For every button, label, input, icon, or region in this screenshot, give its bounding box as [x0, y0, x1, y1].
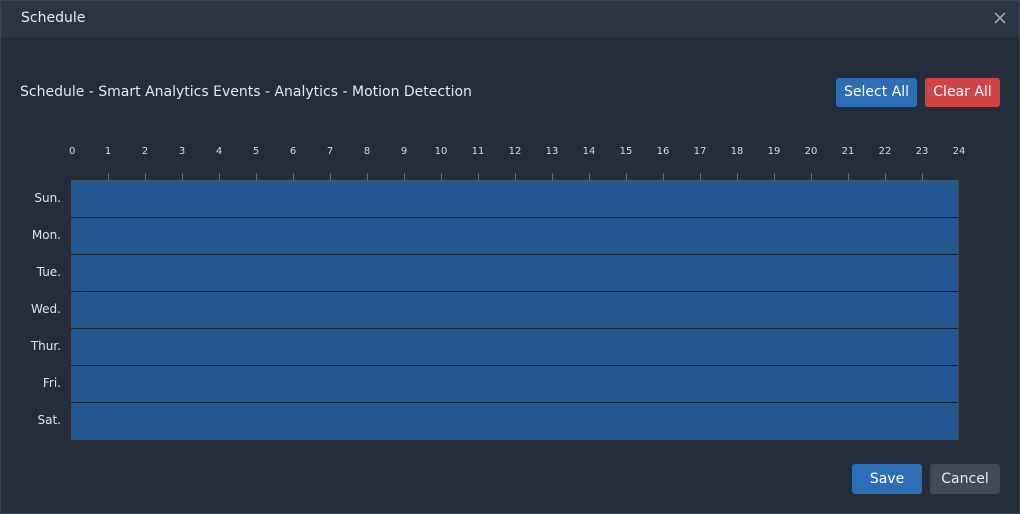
hour-label: 9	[400, 146, 408, 157]
dialog-titlebar: Schedule	[1, 1, 1019, 37]
day-label: Fri.	[42, 376, 61, 390]
schedule-dialog: Schedule Schedule - Smart Analytics Even…	[0, 0, 1020, 514]
hour-label: 22	[878, 146, 892, 157]
hour-tick	[589, 173, 590, 181]
hour-tick	[663, 173, 664, 181]
schedule-selection	[71, 255, 959, 292]
hour-label: 24	[952, 146, 966, 157]
row-divider	[71, 291, 959, 292]
schedule-row[interactable]	[71, 218, 959, 255]
hour-tick	[515, 173, 516, 181]
hour-label: 2	[141, 146, 149, 157]
schedule-subtitle: Schedule - Smart Analytics Events - Anal…	[20, 84, 472, 100]
save-button[interactable]: Save	[852, 464, 922, 494]
hour-tick	[885, 173, 886, 181]
day-label: Sat.	[37, 413, 62, 427]
hour-tick	[552, 173, 553, 181]
hour-label: 20	[804, 146, 818, 157]
hour-tick	[182, 173, 183, 181]
hour-label: 6	[289, 146, 297, 157]
hour-label: 8	[363, 146, 371, 157]
hour-tick	[811, 173, 812, 181]
schedule-row[interactable]	[71, 255, 959, 292]
schedule-row[interactable]	[71, 366, 959, 403]
schedule-selection	[71, 218, 959, 255]
day-label: Mon.	[31, 228, 61, 242]
schedule-grid[interactable]	[71, 173, 959, 440]
day-label: Wed.	[31, 302, 61, 316]
hour-tick	[700, 173, 701, 181]
hour-label: 18	[730, 146, 744, 157]
hour-label: 12	[508, 146, 522, 157]
day-label: Tue.	[36, 265, 61, 279]
hour-label: 0	[69, 146, 76, 157]
schedule-row[interactable]	[71, 181, 959, 218]
hour-label: 3	[178, 146, 186, 157]
hour-tick	[256, 173, 257, 181]
day-label: Thur.	[30, 339, 61, 353]
schedule-selection	[71, 366, 959, 403]
cancel-button[interactable]: Cancel	[930, 464, 1000, 494]
hour-label: 5	[252, 146, 260, 157]
hour-tick	[330, 173, 331, 181]
dialog-title: Schedule	[21, 10, 86, 26]
hour-tick	[737, 173, 738, 181]
hour-tick	[922, 173, 923, 181]
row-divider	[71, 217, 959, 218]
hour-tick	[404, 173, 405, 181]
hour-tick	[219, 173, 220, 181]
row-divider	[71, 365, 959, 366]
hour-label: 10	[434, 146, 448, 157]
row-divider	[71, 402, 959, 403]
schedule-row[interactable]	[71, 403, 959, 440]
hour-axis: 0 1 2 3 4 5 6 7 8 9 10 11 12 13 14 15 16 17 18 19 20 21 22 23 24	[69, 146, 965, 160]
row-divider	[71, 254, 959, 255]
clear-all-button[interactable]: Clear All	[925, 78, 1000, 107]
hour-label: 1	[104, 146, 112, 157]
schedule-selection	[71, 329, 959, 366]
hour-label: 17	[693, 146, 707, 157]
schedule-row[interactable]	[71, 329, 959, 366]
hour-tick	[848, 173, 849, 181]
hour-tick	[145, 173, 146, 181]
hour-tick	[441, 173, 442, 181]
hour-tick	[108, 173, 109, 181]
schedule-selection	[71, 292, 959, 329]
select-all-button[interactable]: Select All	[836, 78, 917, 107]
hour-tick	[774, 173, 775, 181]
hour-label: 21	[841, 146, 855, 157]
hour-tick	[626, 173, 627, 181]
hour-tick	[367, 173, 368, 181]
hour-label: 13	[545, 146, 559, 157]
row-divider	[71, 328, 959, 329]
grid-right-border	[958, 180, 959, 439]
hour-tick	[478, 173, 479, 181]
hour-label: 7	[326, 146, 334, 157]
schedule-row[interactable]	[71, 292, 959, 329]
close-icon[interactable]	[989, 7, 1011, 29]
day-label: Sun.	[34, 191, 61, 205]
hour-label: 11	[471, 146, 485, 157]
hour-label: 19	[767, 146, 781, 157]
hour-tick	[293, 173, 294, 181]
hour-label: 16	[656, 146, 670, 157]
hour-label: 23	[915, 146, 929, 157]
hour-label: 15	[619, 146, 633, 157]
hour-label: 4	[215, 146, 223, 157]
schedule-selection	[71, 403, 959, 440]
hour-label: 14	[582, 146, 596, 157]
schedule-selection	[71, 181, 959, 218]
